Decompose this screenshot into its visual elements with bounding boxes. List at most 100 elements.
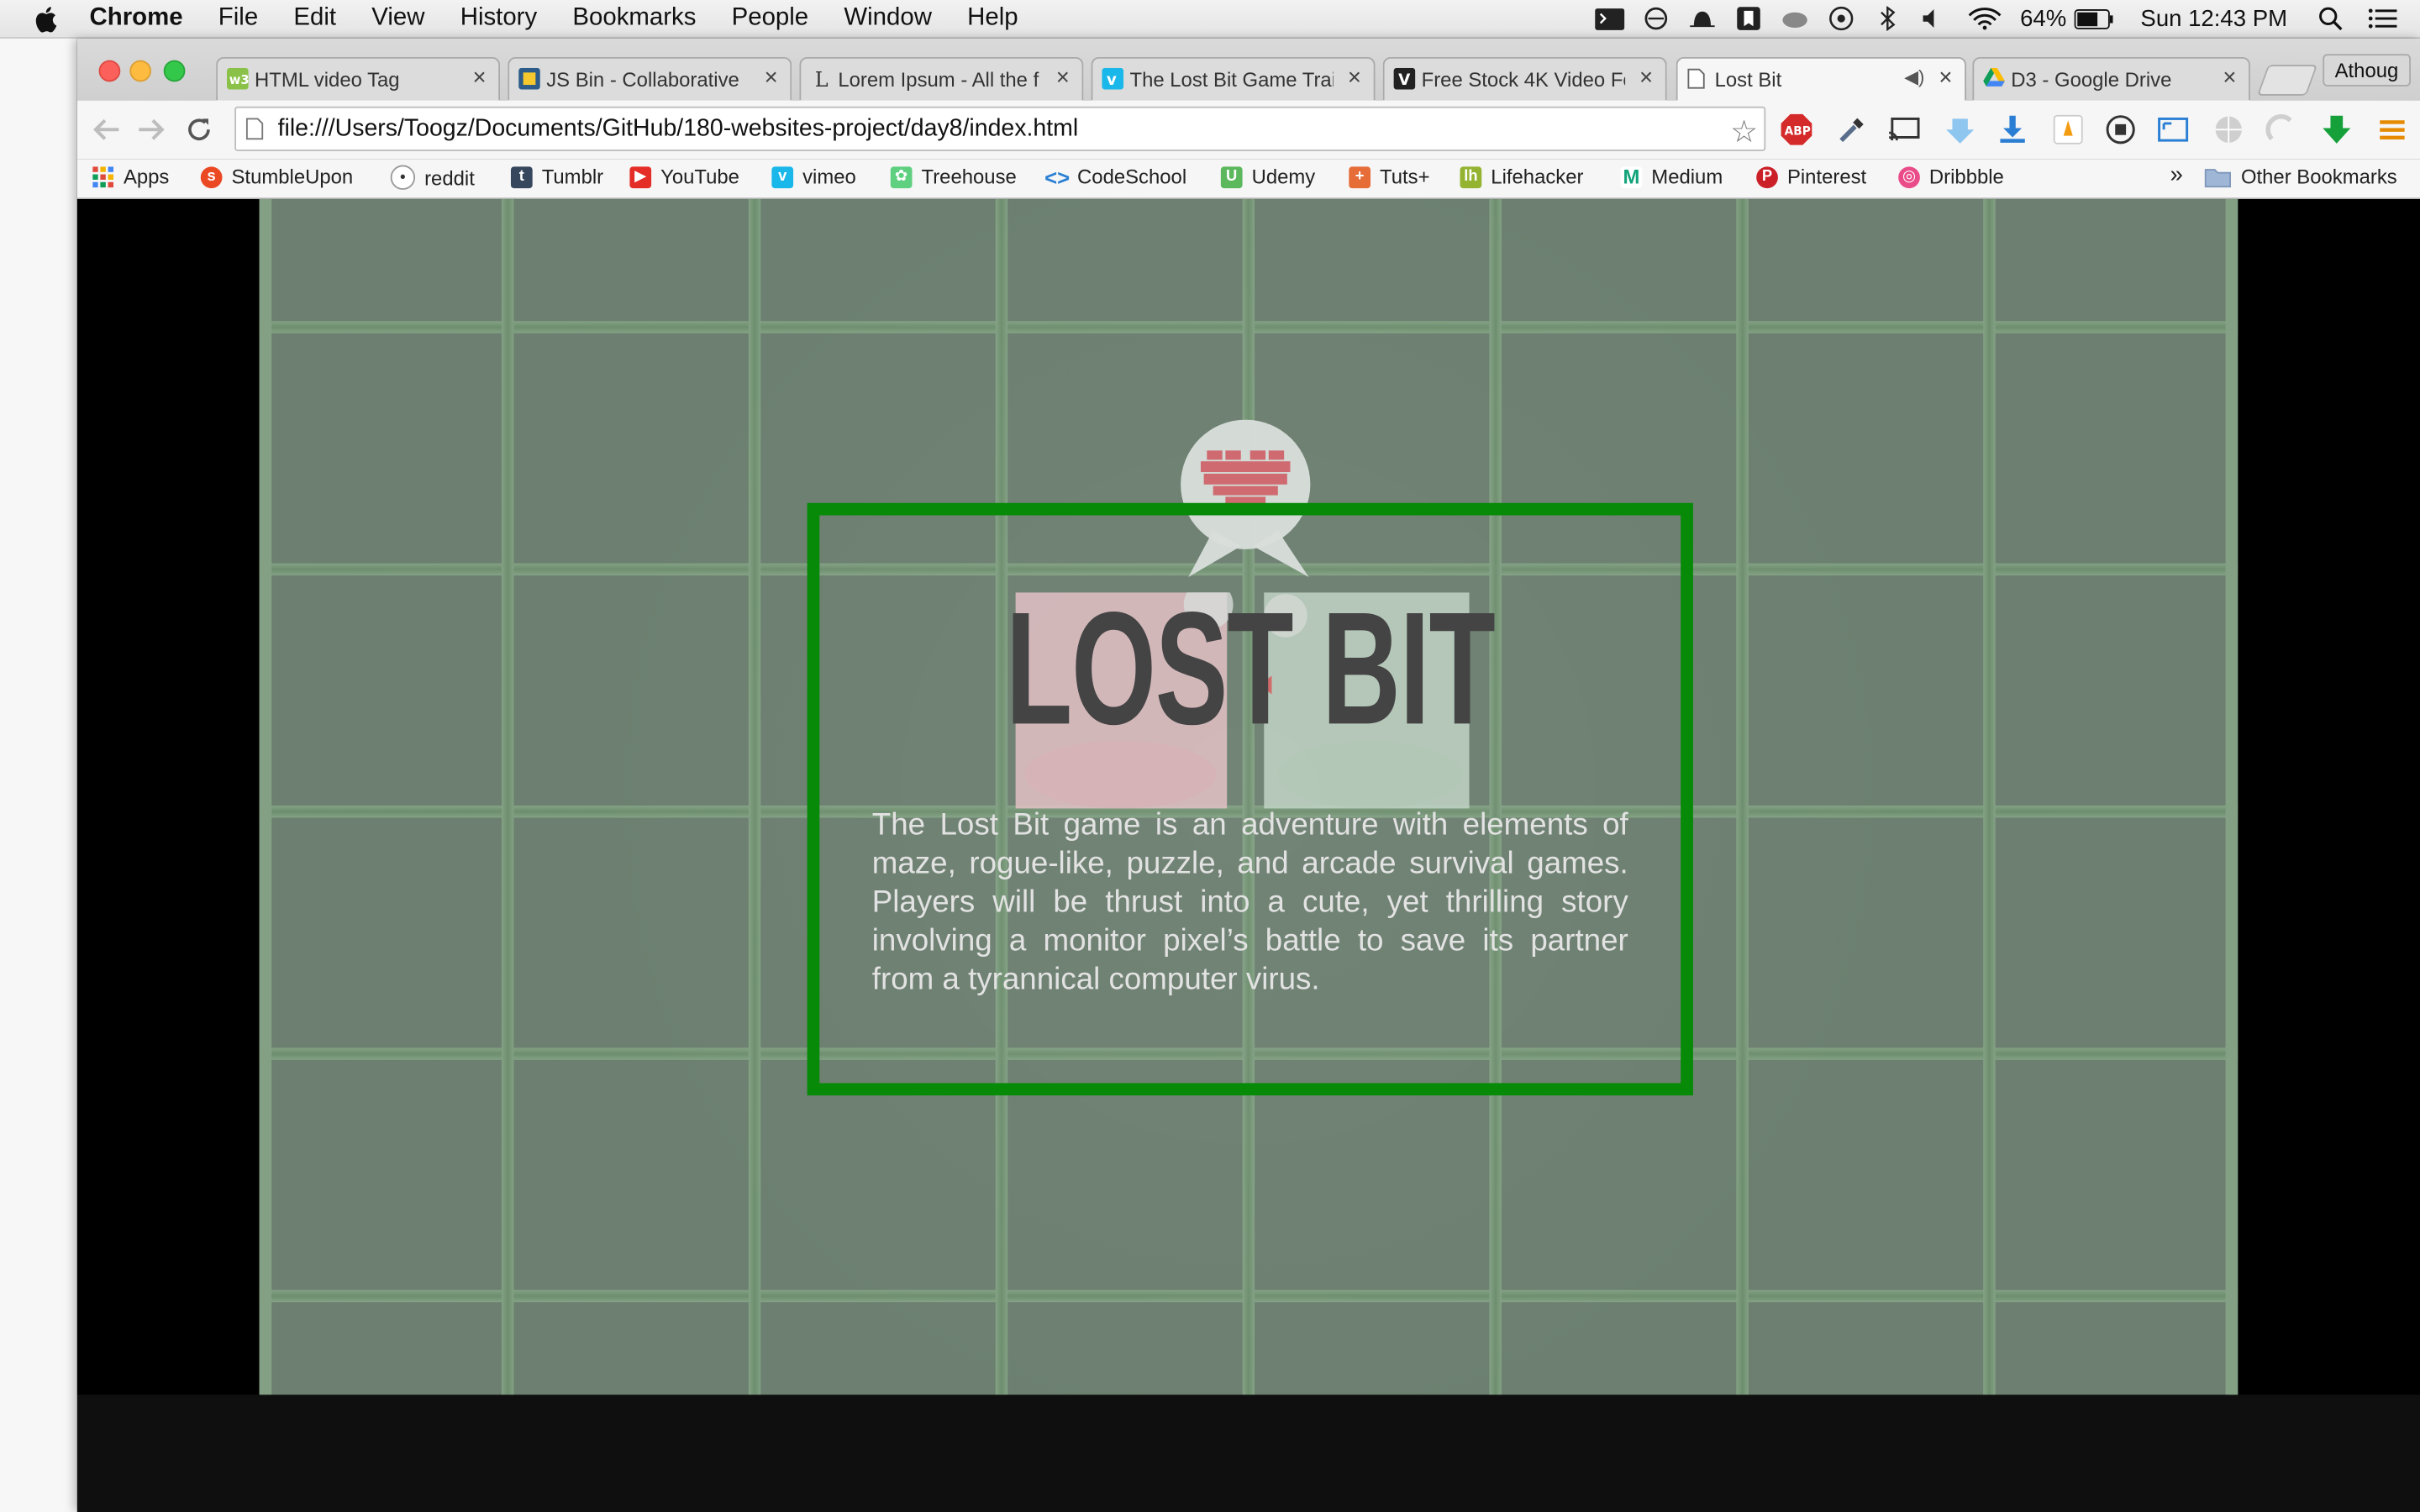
drive-sync-icon[interactable]	[1780, 6, 1811, 30]
menu-view[interactable]: View	[371, 5, 424, 33]
bookmark-stumbleupon[interactable]: s StumbleUpon	[200, 165, 353, 188]
tab-lost-bit-trailer[interactable]: v The Lost Bit Game Trai ×	[1091, 56, 1376, 101]
reload-icon[interactable]	[182, 113, 216, 146]
background-video[interactable]: LOST BIT The Lost Bit game is an adventu…	[259, 198, 2238, 1395]
tab-close-icon[interactable]: ×	[2223, 65, 2236, 91]
globe-icon[interactable]	[2210, 111, 2247, 148]
bookmark-label: Pinterest	[1786, 165, 1867, 189]
tab-close-icon[interactable]: ×	[1056, 65, 1070, 91]
apple-menu-icon[interactable]	[34, 5, 58, 33]
back-arrow-icon[interactable]	[90, 113, 124, 146]
codeschool-icon: <>	[1044, 164, 1071, 190]
green-download-icon[interactable]	[2318, 111, 2355, 148]
menu-app-name[interactable]: Chrome	[90, 5, 183, 33]
bookmark-label: Apps	[123, 165, 170, 189]
youtube-icon: ▶	[629, 165, 652, 188]
tab-lorem-ipsum[interactable]: L Lorem Ipsum - All the f ×	[799, 56, 1084, 101]
bookmark-dribbble[interactable]: ◎ Dribbble	[1898, 165, 2004, 188]
bookmark-tutsplus[interactable]: + Tuts+	[1349, 165, 1430, 188]
address-bar[interactable]: file:///Users/Toogz/Documents/GitHub/180…	[234, 106, 1766, 152]
download-icon[interactable]	[1994, 111, 2031, 148]
tab-js-bin[interactable]: JS Bin - Collaborative ×	[508, 56, 792, 101]
menu-bookmarks[interactable]: Bookmarks	[572, 5, 696, 33]
window-minimize-button[interactable]	[129, 60, 152, 82]
tumblr-icon: t	[510, 165, 533, 188]
bookmark-other-folder[interactable]: Other Bookmarks	[2204, 165, 2397, 189]
menu-people[interactable]: People	[732, 5, 809, 33]
page-info-icon[interactable]	[245, 118, 266, 142]
bookmark-treehouse[interactable]: ✿ Treehouse	[890, 165, 1017, 188]
volume-icon[interactable]	[1918, 6, 1949, 30]
menu-clock[interactable]: Sun 12:43 PM	[2140, 5, 2287, 31]
video-edge-left	[259, 198, 272, 1395]
wifi-icon[interactable]	[1965, 6, 2005, 30]
battery-icon[interactable]	[2073, 6, 2116, 30]
menu-history[interactable]: History	[460, 5, 537, 33]
swirl-extension-icon[interactable]	[2263, 111, 2300, 148]
profile-button[interactable]: Athoug	[2322, 54, 2411, 87]
bookmark-medium[interactable]: M Medium	[1620, 165, 1723, 188]
tab-lost-bit[interactable]: Lost Bit ◀) ×	[1676, 56, 1967, 102]
cast-icon[interactable]	[1886, 111, 1923, 148]
video-edge-right	[2225, 198, 2238, 1395]
sync-icon[interactable]	[1640, 6, 1671, 30]
eyedropper-icon[interactable]	[1833, 111, 1870, 148]
video-player[interactable]: LOST BIT The Lost Bit game is an adventu…	[76, 198, 2420, 1395]
bookmark-label: Other Bookmarks	[2240, 165, 2397, 189]
bluetooth-icon[interactable]	[1872, 6, 1903, 31]
screenshot-icon[interactable]	[2154, 111, 2191, 148]
bookmark-udemy[interactable]: U Udemy	[1220, 165, 1315, 188]
tab-free-stock-video[interactable]: V Free Stock 4K Video Fo ×	[1382, 56, 1667, 101]
tab-html-video-tag[interactable]: w3 HTML video Tag ×	[216, 56, 501, 101]
notification-center-icon[interactable]	[2368, 6, 2399, 30]
tab-close-icon[interactable]: ×	[1639, 65, 1653, 91]
hootsuite-icon[interactable]	[2049, 111, 2086, 148]
tab-title: HTML video Tag	[255, 67, 400, 92]
bookmark-lifehacker[interactable]: lh Lifehacker	[1460, 165, 1583, 188]
bookmark-vimeo[interactable]: v vimeo	[771, 165, 856, 188]
bookmark-reddit[interactable]: • reddit	[390, 165, 475, 190]
tab-close-icon[interactable]: ×	[1939, 65, 1952, 91]
menu-file[interactable]: File	[218, 5, 258, 33]
chrome-menu-icon[interactable]	[2374, 111, 2411, 148]
menu-edit[interactable]: Edit	[293, 5, 336, 33]
record-icon[interactable]	[2102, 111, 2139, 148]
bookmark-app-icon[interactable]	[1733, 6, 1764, 30]
tab-google-drive[interactable]: D3 - Google Drive ×	[1972, 56, 2250, 101]
window-close-button[interactable]	[98, 60, 121, 82]
treehouse-icon: ✿	[890, 165, 913, 188]
tab-close-icon[interactable]: ×	[1348, 65, 1361, 91]
udemy-icon: U	[1220, 165, 1243, 188]
new-tab-button[interactable]	[2256, 65, 2318, 96]
terminal-icon[interactable]	[1594, 6, 1625, 30]
reddit-icon: •	[390, 165, 416, 190]
medium-icon: M	[1620, 165, 1643, 188]
bookmark-pinterest[interactable]: P Pinterest	[1756, 165, 1867, 189]
eye-icon[interactable]	[1826, 6, 1857, 31]
dribbble-icon: ◎	[1898, 165, 1920, 188]
w3schools-icon: w3	[227, 67, 250, 90]
hat-icon[interactable]	[1686, 6, 1718, 30]
tab-audio-icon[interactable]: ◀)	[1904, 66, 1924, 88]
adblock-plus-icon[interactable]: ABP	[1778, 111, 1815, 148]
bookmarks-overflow-chevron-icon[interactable]: »	[2170, 162, 2182, 188]
bookmark-apps[interactable]: Apps	[92, 165, 170, 189]
bookmarks-bar: Apps s StumbleUpon • reddit t Tumblr ▶ Y…	[76, 159, 2420, 199]
bookmark-label: Tumblr	[541, 165, 604, 189]
tab-close-icon[interactable]: ×	[472, 65, 486, 91]
menu-help[interactable]: Help	[967, 5, 1018, 33]
window-maximize-button[interactable]	[163, 60, 186, 82]
bookmark-codeschool[interactable]: <> CodeSchool	[1044, 164, 1186, 190]
cloud-download-icon[interactable]	[1942, 111, 1979, 148]
bookmark-star-icon[interactable]: ☆	[1730, 113, 1758, 151]
pinterest-icon: P	[1756, 165, 1778, 188]
spotlight-search-icon[interactable]	[2315, 6, 2346, 31]
bookmark-youtube[interactable]: ▶ YouTube	[629, 165, 739, 188]
forward-arrow-icon[interactable]	[134, 113, 168, 146]
game-description: The Lost Bit game is an adventure with e…	[871, 808, 1628, 997]
svg-text:L: L	[815, 68, 829, 90]
tab-close-icon[interactable]: ×	[765, 65, 778, 91]
address-url[interactable]: file:///Users/Toogz/Documents/GitHub/180…	[278, 116, 1079, 144]
bookmark-tumblr[interactable]: t Tumblr	[510, 165, 604, 189]
menu-window[interactable]: Window	[844, 5, 932, 33]
